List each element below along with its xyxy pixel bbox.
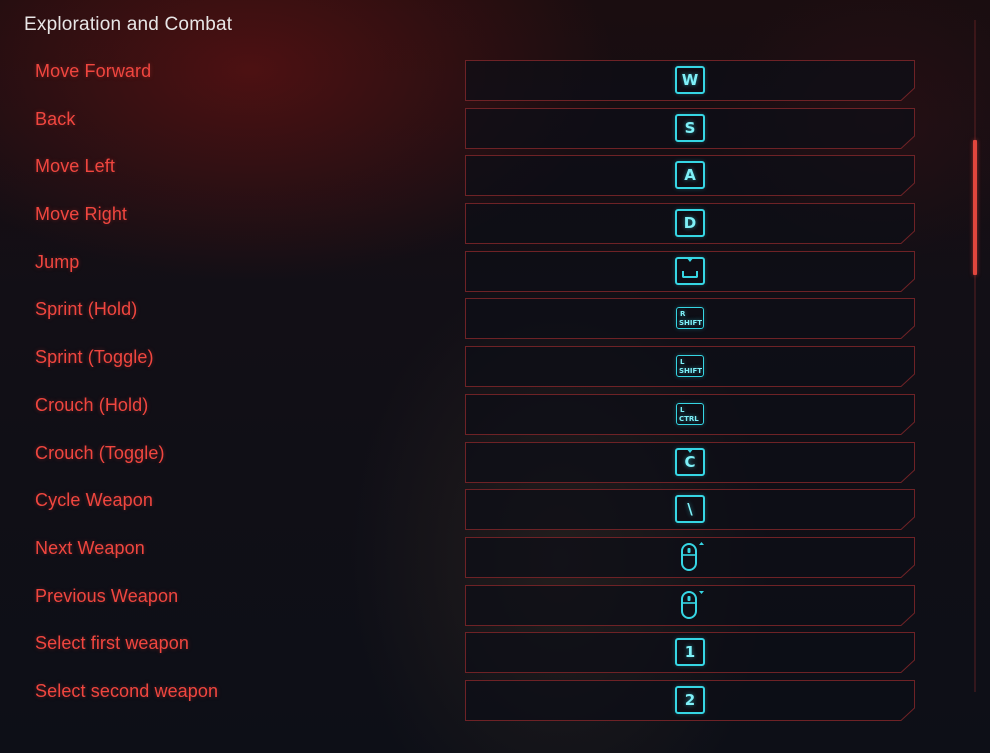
key-binding-slot[interactable]: 2 <box>465 679 915 721</box>
s-key-icon: S <box>675 113 705 142</box>
key-binding-slot[interactable] <box>465 536 915 578</box>
key-name-label: SHIFT <box>679 367 703 376</box>
key-side-label: L <box>680 358 685 367</box>
action-label: Select first weapon <box>35 633 189 654</box>
key-label: W <box>681 71 699 89</box>
key-binding-slot[interactable] <box>465 584 915 626</box>
action-label: Move Forward <box>35 61 152 81</box>
backslash-key-icon: \ <box>675 495 705 524</box>
action-label: Sprint (Hold) <box>35 299 138 320</box>
keybinding-row: Next Weapon <box>0 535 960 583</box>
key-binding-slot[interactable]: S <box>465 107 915 149</box>
action-label: Move Right <box>35 204 128 225</box>
w-key-icon: W <box>675 66 705 94</box>
key-side-label: L <box>680 405 685 414</box>
key-binding-slot[interactable]: D <box>465 203 915 245</box>
key-label: D <box>683 214 697 233</box>
key-binding-slot[interactable] <box>465 250 915 292</box>
keybinding-row: Jump <box>0 249 960 297</box>
action-label: Move Left <box>35 156 115 177</box>
keybinding-row: Move Right D <box>0 201 960 249</box>
key-label: C <box>684 452 696 471</box>
key-binding-slot[interactable]: L SHIFT <box>465 346 915 388</box>
keybinding-row: Sprint (Hold) R SHIFT <box>0 296 960 344</box>
action-label: Crouch (Hold) <box>35 394 149 415</box>
left-ctrl-key-icon: L CTRL <box>676 402 704 425</box>
scrollbar-track[interactable] <box>974 20 976 692</box>
key-name-label: SHIFT <box>679 319 703 328</box>
keybinding-row: Crouch (Toggle) C <box>0 440 960 488</box>
keybinding-row: Crouch (Hold) L CTRL <box>0 392 960 440</box>
a-key-icon: A <box>675 161 705 190</box>
key-side-label: R <box>680 310 686 319</box>
keybinding-row: Move Forward W <box>0 58 960 106</box>
key-binding-slot[interactable]: R SHIFT <box>465 298 915 340</box>
spacebar-key-icon <box>675 256 705 285</box>
action-label: Select second weapon <box>35 680 219 701</box>
two-key-icon: 2 <box>675 685 705 714</box>
key-binding-slot[interactable]: \ <box>465 489 915 531</box>
key-binding-slot[interactable]: 1 <box>465 632 915 674</box>
keybinding-row: Back S <box>0 106 960 154</box>
key-label: 1 <box>684 643 696 662</box>
keybinding-row: Move Left A <box>0 153 960 201</box>
key-name-label: CTRL <box>679 414 699 423</box>
keybinding-row: Sprint (Toggle) L SHIFT <box>0 344 960 392</box>
c-key-icon: C <box>675 447 705 476</box>
left-shift-key-icon: L SHIFT <box>676 355 704 378</box>
action-label: Crouch (Toggle) <box>35 442 165 463</box>
action-label: Next Weapon <box>35 537 145 558</box>
section-title: Exploration and Combat <box>24 14 233 35</box>
spacebar-shape <box>682 270 698 278</box>
keybinding-list: Move Forward W Back S Move Left A Move Right D J… <box>0 58 960 726</box>
action-label: Sprint (Toggle) <box>35 347 154 368</box>
keybinding-row: Select second weapon 2 <box>0 678 960 726</box>
keybinding-row: Previous Weapon <box>0 583 960 631</box>
action-label: Previous Weapon <box>35 585 179 606</box>
keybinding-row: Select first weapon 1 <box>0 630 960 678</box>
key-binding-slot[interactable]: C <box>465 441 915 483</box>
key-label: S <box>684 118 696 137</box>
key-label: \ <box>687 500 693 519</box>
action-label: Back <box>35 108 76 129</box>
mouse-wheel-down-icon <box>673 588 707 622</box>
key-label: A <box>684 166 696 185</box>
key-binding-slot[interactable]: W <box>465 60 915 101</box>
d-key-icon: D <box>675 209 705 238</box>
keybinding-row: Cycle Weapon \ <box>0 487 960 535</box>
key-binding-slot[interactable]: A <box>465 155 915 197</box>
key-binding-slot[interactable]: L CTRL <box>465 393 915 435</box>
key-label: 2 <box>684 690 696 709</box>
action-label: Cycle Weapon <box>35 490 153 511</box>
one-key-icon: 1 <box>675 638 705 667</box>
action-label: Jump <box>35 251 80 272</box>
mouse-wheel-up-icon <box>673 540 707 574</box>
right-shift-key-icon: R SHIFT <box>676 307 704 330</box>
scrollbar-thumb[interactable] <box>973 140 977 275</box>
